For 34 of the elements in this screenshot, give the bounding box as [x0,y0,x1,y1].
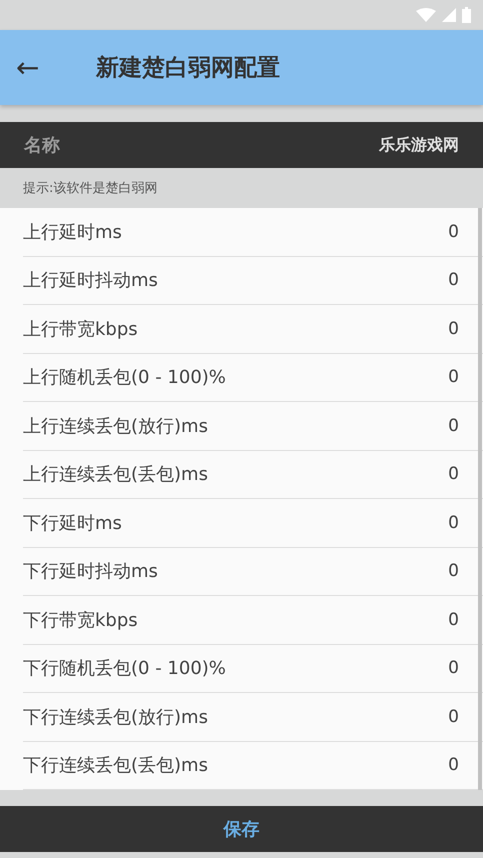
setting-label: 下行随机丢包(0 - 100)% [23,657,226,680]
setting-label: 下行连续丢包(丢包)ms [23,754,208,778]
setting-input[interactable]: 0 [399,561,459,582]
setting-input[interactable]: 0 [399,610,459,630]
setting-label: 上行延时抖动ms [23,269,158,292]
setting-input[interactable]: 0 [399,464,459,484]
hint-text: 提示:该软件是楚白弱网 [22,180,158,198]
scrollbar[interactable] [478,208,482,790]
setting-input[interactable]: 0 [399,658,459,678]
setting-label: 上行随机丢包(0 - 100)% [23,366,226,390]
setting-label: 下行延时抖动ms [23,560,158,584]
setting-input[interactable]: 0 [399,318,459,339]
setting-label: 下行连续丢包(放行)ms [23,706,208,729]
setting-input[interactable]: 0 [399,222,459,242]
setting-input[interactable]: 0 [399,755,459,776]
signal-icon [442,8,456,22]
setting-label: 上行连续丢包(放行)ms [23,414,208,438]
back-button[interactable]: ← [0,40,70,96]
setting-label: 上行带宽kbps [23,318,138,341]
setting-label: 下行延时ms [23,512,122,535]
name-input[interactable]: 乐乐游戏网 [259,136,459,154]
setting-label: 上行延时ms [23,220,122,244]
setting-label: 下行带宽kbps [23,608,138,632]
setting-input[interactable]: 0 [399,512,459,533]
battery-icon [462,7,471,23]
page-title: 新建楚白弱网配置 [96,54,280,83]
save-button[interactable]: 保存 [212,811,272,847]
setting-label: 上行连续丢包(丢包)ms [23,463,208,486]
wifi-icon [416,8,436,22]
name-label: 名称 [24,134,60,157]
setting-input[interactable]: 0 [399,270,459,290]
setting-input[interactable]: 0 [399,416,459,436]
setting-input[interactable]: 0 [399,706,459,727]
setting-input[interactable]: 0 [399,367,459,388]
